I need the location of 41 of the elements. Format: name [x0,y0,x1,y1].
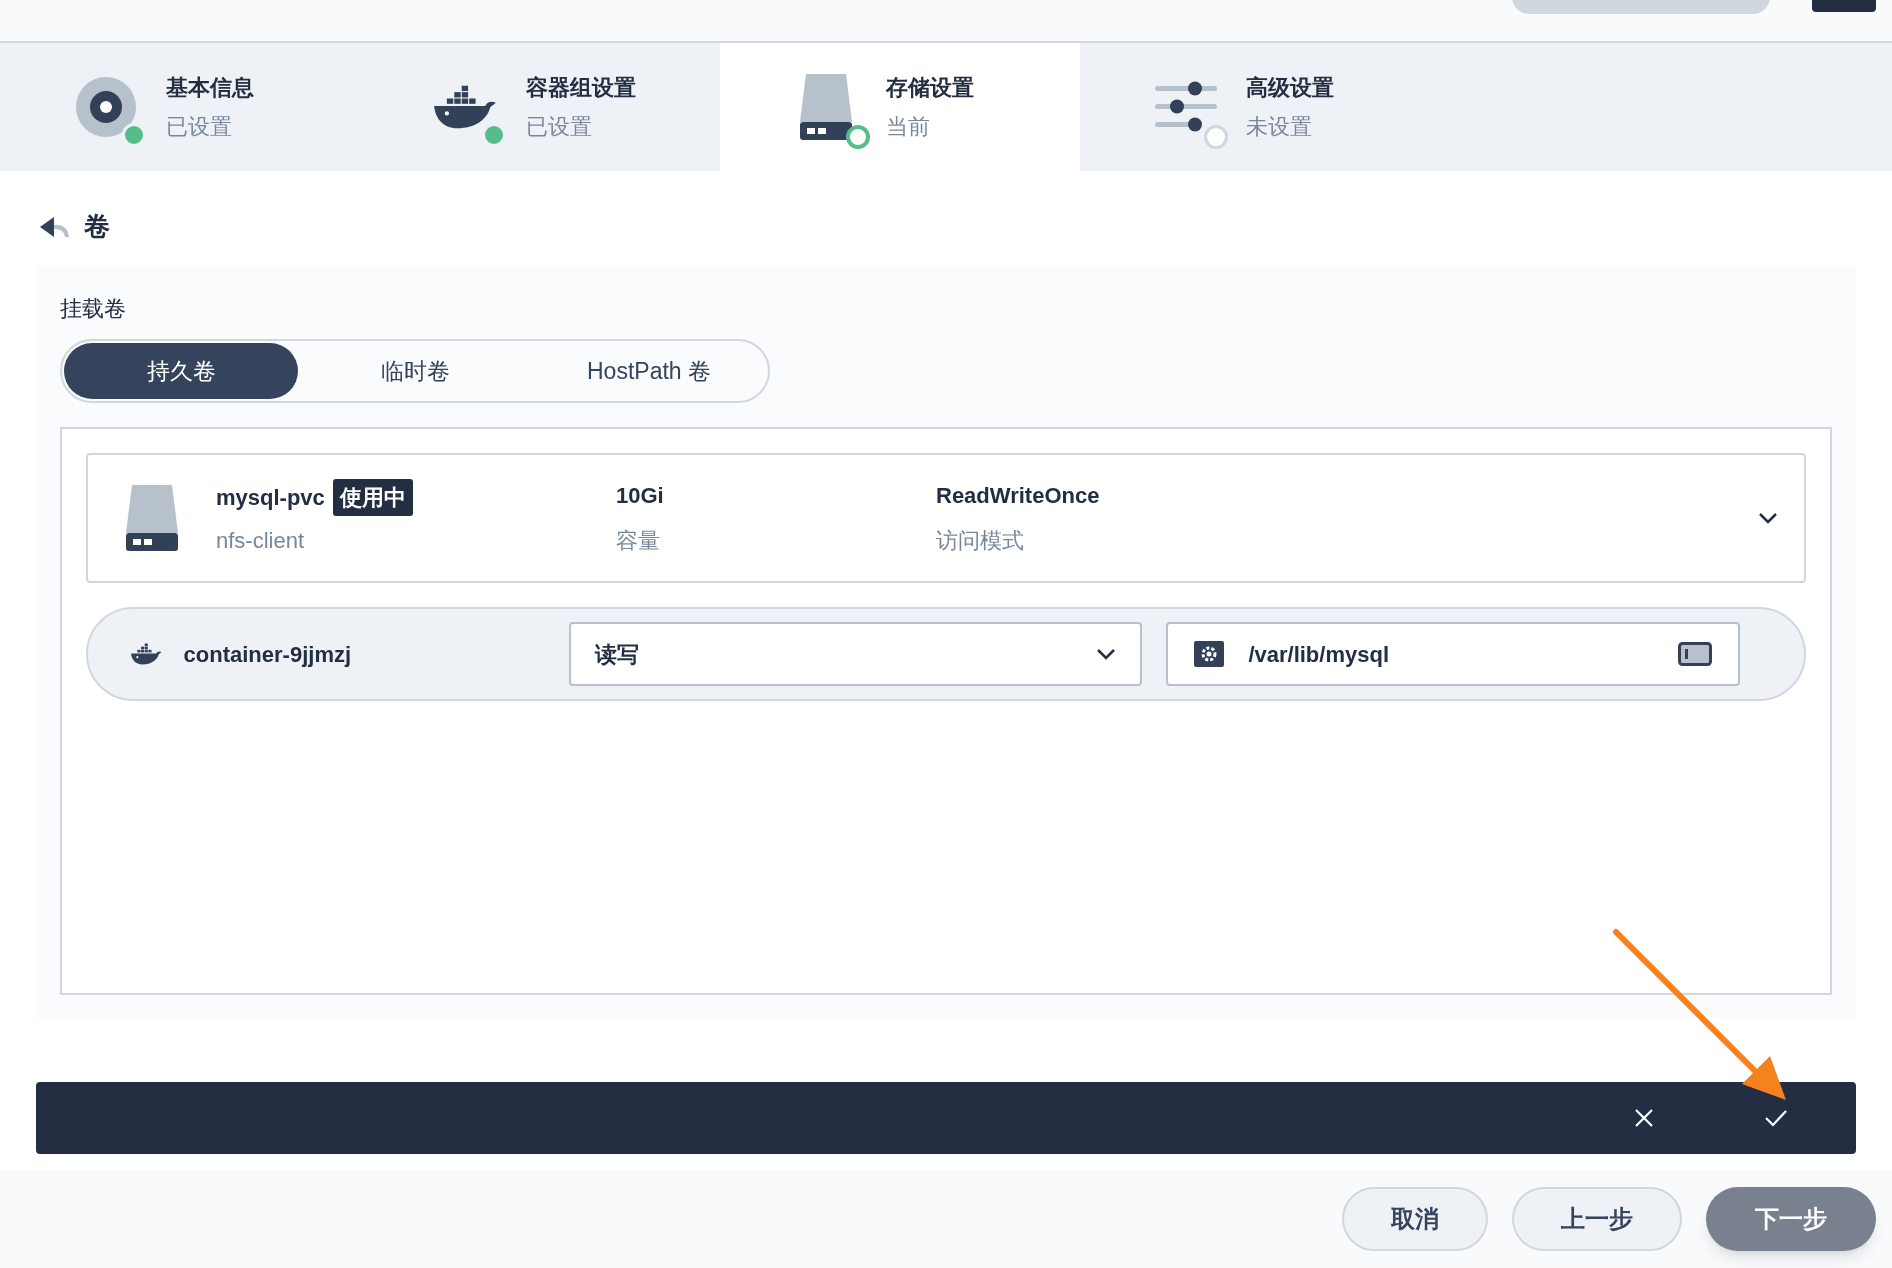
footer-button[interactable]: 下一步 [1706,1187,1876,1251]
volume-type-tab[interactable]: HostPath 卷 [532,343,766,399]
capacity-value: 10Gi [616,482,665,510]
disc-icon [75,76,137,138]
storage-class: nfs-client [216,527,306,555]
access-mode-select[interactable]: 读写 [568,622,1143,686]
section-title: 卷 [84,210,110,243]
capacity-label: 容量 [616,527,661,555]
volume-type-tab[interactable]: 临时卷 [298,343,532,399]
step-item[interactable]: 存储设置 当前 [720,43,1080,171]
container-name: container-9jjmzj [183,640,353,669]
panel-icon [1678,642,1712,666]
step-status: 已设置 [166,113,233,141]
footer-button[interactable]: 上一步 [1512,1187,1682,1251]
step-status: 当前 [886,113,931,141]
step-title: 存储设置 [886,74,974,102]
access-mode-label: 访问模式 [936,527,1025,555]
chevron-down-icon[interactable] [1758,512,1778,524]
volume-type-tab[interactable]: 持久卷 [64,343,298,399]
mount-path-input[interactable]: /var/lib/mysql [1248,637,1678,671]
back-arrow-icon[interactable] [40,214,70,239]
check-icon[interactable] [1764,1109,1788,1127]
mount-path-field[interactable]: /var/lib/mysql [1166,622,1740,686]
mount-label: 挂载卷 [60,295,127,323]
step-title: 高级设置 [1246,74,1334,102]
footer-button[interactable]: 取消 [1342,1187,1488,1251]
drive-icon [798,72,854,142]
drive-icon [124,483,180,553]
step-status: 已设置 [526,113,593,141]
volume-card[interactable]: mysql-pvc 使用中 nfs-client 10Gi 容量 ReadWriteOnce 访问模式 [86,453,1806,583]
sliders-icon [1155,80,1217,134]
chevron-down-icon [1096,648,1117,660]
step-title: 容器组设置 [526,74,636,102]
step-title: 基本信息 [166,74,254,102]
access-mode-value: ReadWriteOnce [936,482,1101,510]
volume-name: mysql-pvc [216,484,325,512]
gear-icon [1194,641,1225,667]
whale-icon [130,642,164,666]
close-icon[interactable] [1634,1108,1654,1128]
in-use-badge: 使用中 [332,479,413,516]
step-status: 未设置 [1246,113,1313,141]
